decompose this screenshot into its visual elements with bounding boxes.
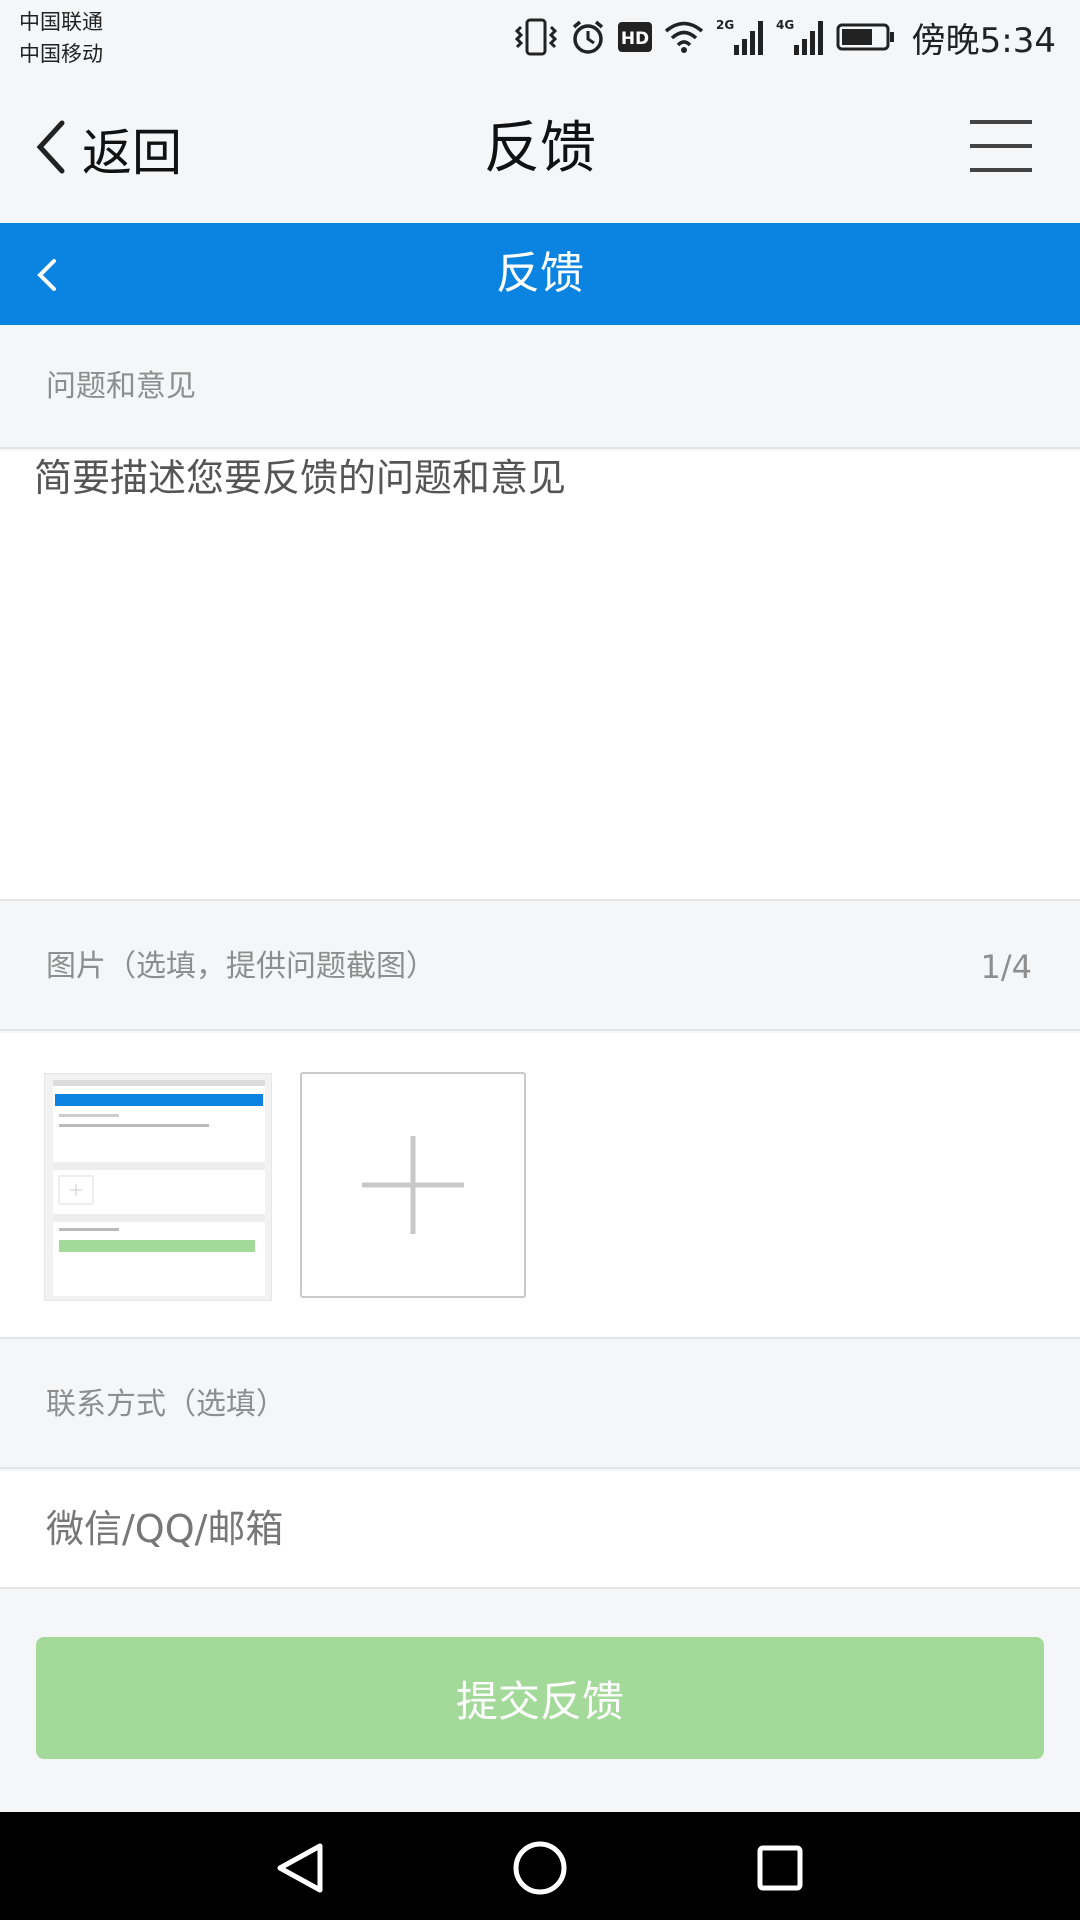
alarm-icon <box>570 19 606 55</box>
issues-label: 问题和意见 <box>0 325 1080 449</box>
browser-nav-bar: 返回 反馈 <box>0 74 1080 223</box>
contact-label: 联系方式（选填） <box>0 1341 1080 1469</box>
svg-text:4G: 4G <box>776 18 794 32</box>
images-label: 图片（选填，提供问题截图） <box>0 903 1080 1031</box>
carrier-1: 中国联通 <box>19 10 103 34</box>
nav-title: 反馈 <box>484 116 596 181</box>
status-bar: 中国联通 中国移动 HD 2G 4G 傍晚5:34 <box>0 0 1080 74</box>
image-count: 1/4 <box>980 948 1033 986</box>
contact-input[interactable] <box>0 1471 1080 1589</box>
feedback-page: 中国联通 中国移动 HD 2G 4G 傍晚5:34 返回 反馈 反馈 问题和意见… <box>0 0 1080 1920</box>
signal-4g-icon: 4G <box>776 17 824 57</box>
android-nav-bar <box>0 1812 1080 1920</box>
images-panel <box>0 1033 1080 1339</box>
hd-icon: HD <box>617 22 652 52</box>
battery-icon <box>836 22 896 52</box>
uploaded-image-thumbnail[interactable] <box>44 1073 272 1301</box>
hamburger-menu-icon[interactable] <box>970 118 1032 174</box>
signal-2g-icon: 2G <box>716 17 764 57</box>
page-title: 反馈 <box>496 248 584 299</box>
status-icons: HD 2G 4G 傍晚5:34 <box>514 12 1056 62</box>
svg-text:HD: HD <box>620 29 648 49</box>
square-recent-icon[interactable] <box>750 1838 810 1898</box>
add-image-button[interactable] <box>300 1072 526 1298</box>
carrier-names: 中国联通 中国移动 <box>19 6 103 70</box>
vibrate-icon <box>514 17 558 57</box>
plus-icon <box>362 1136 464 1234</box>
wifi-icon <box>664 20 704 54</box>
svg-text:2G: 2G <box>716 18 734 32</box>
status-time: 傍晚5:34 <box>911 20 1056 61</box>
submit-feedback-button[interactable]: 提交反馈 <box>36 1637 1044 1759</box>
triangle-back-icon[interactable] <box>270 1838 330 1898</box>
app-header: 反馈 <box>0 223 1080 325</box>
circle-home-icon[interactable] <box>510 1838 570 1898</box>
carrier-2: 中国移动 <box>19 42 103 66</box>
feedback-textarea[interactable] <box>0 451 1080 901</box>
